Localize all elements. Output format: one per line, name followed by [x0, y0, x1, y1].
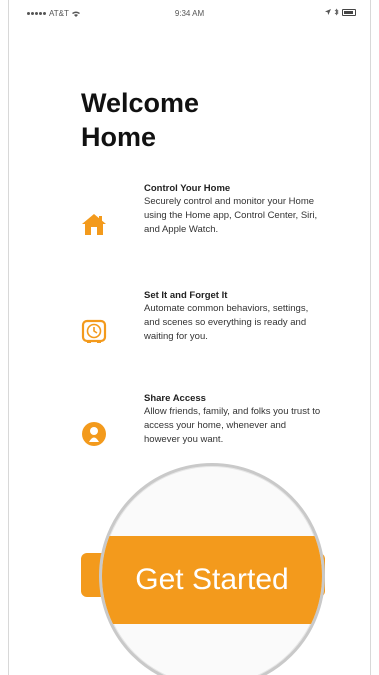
feature-body: Allow friends, family, and folks you tru… — [144, 406, 321, 445]
feature-text: Share Access Allow friends, family, and … — [144, 393, 324, 447]
app-screen: AT&T 9:34 AM Welcome Home Control Your H… — [8, 0, 371, 675]
feature-heading: Share Access — [144, 393, 206, 404]
magnifier-overlay: Get Started — [99, 463, 325, 675]
feature-body: Securely control and monitor your Home u… — [144, 196, 318, 235]
title-line-2: Home — [81, 122, 157, 152]
feature-body: Automate common behaviors, settings, and… — [144, 303, 309, 342]
status-bar: AT&T 9:34 AM — [9, 0, 370, 26]
location-arrow-icon — [325, 9, 331, 15]
bluetooth-icon — [334, 8, 339, 16]
house-icon — [82, 214, 106, 235]
get-started-button[interactable]: Get Started — [102, 536, 322, 624]
status-right — [325, 8, 356, 16]
status-time: 9:34 AM — [174, 9, 205, 18]
title-line-1: Welcome — [81, 88, 200, 118]
feature-heading: Control Your Home — [144, 183, 231, 194]
page-title: Welcome Home — [81, 86, 301, 154]
battery-icon — [342, 8, 356, 16]
feature-text: Set It and Forget It Automate common beh… — [144, 290, 324, 344]
feature-heading: Set It and Forget It — [144, 290, 228, 301]
person-icon — [82, 422, 106, 446]
clock-icon — [81, 319, 107, 343]
feature-text: Control Your Home Securely control and m… — [144, 183, 324, 237]
